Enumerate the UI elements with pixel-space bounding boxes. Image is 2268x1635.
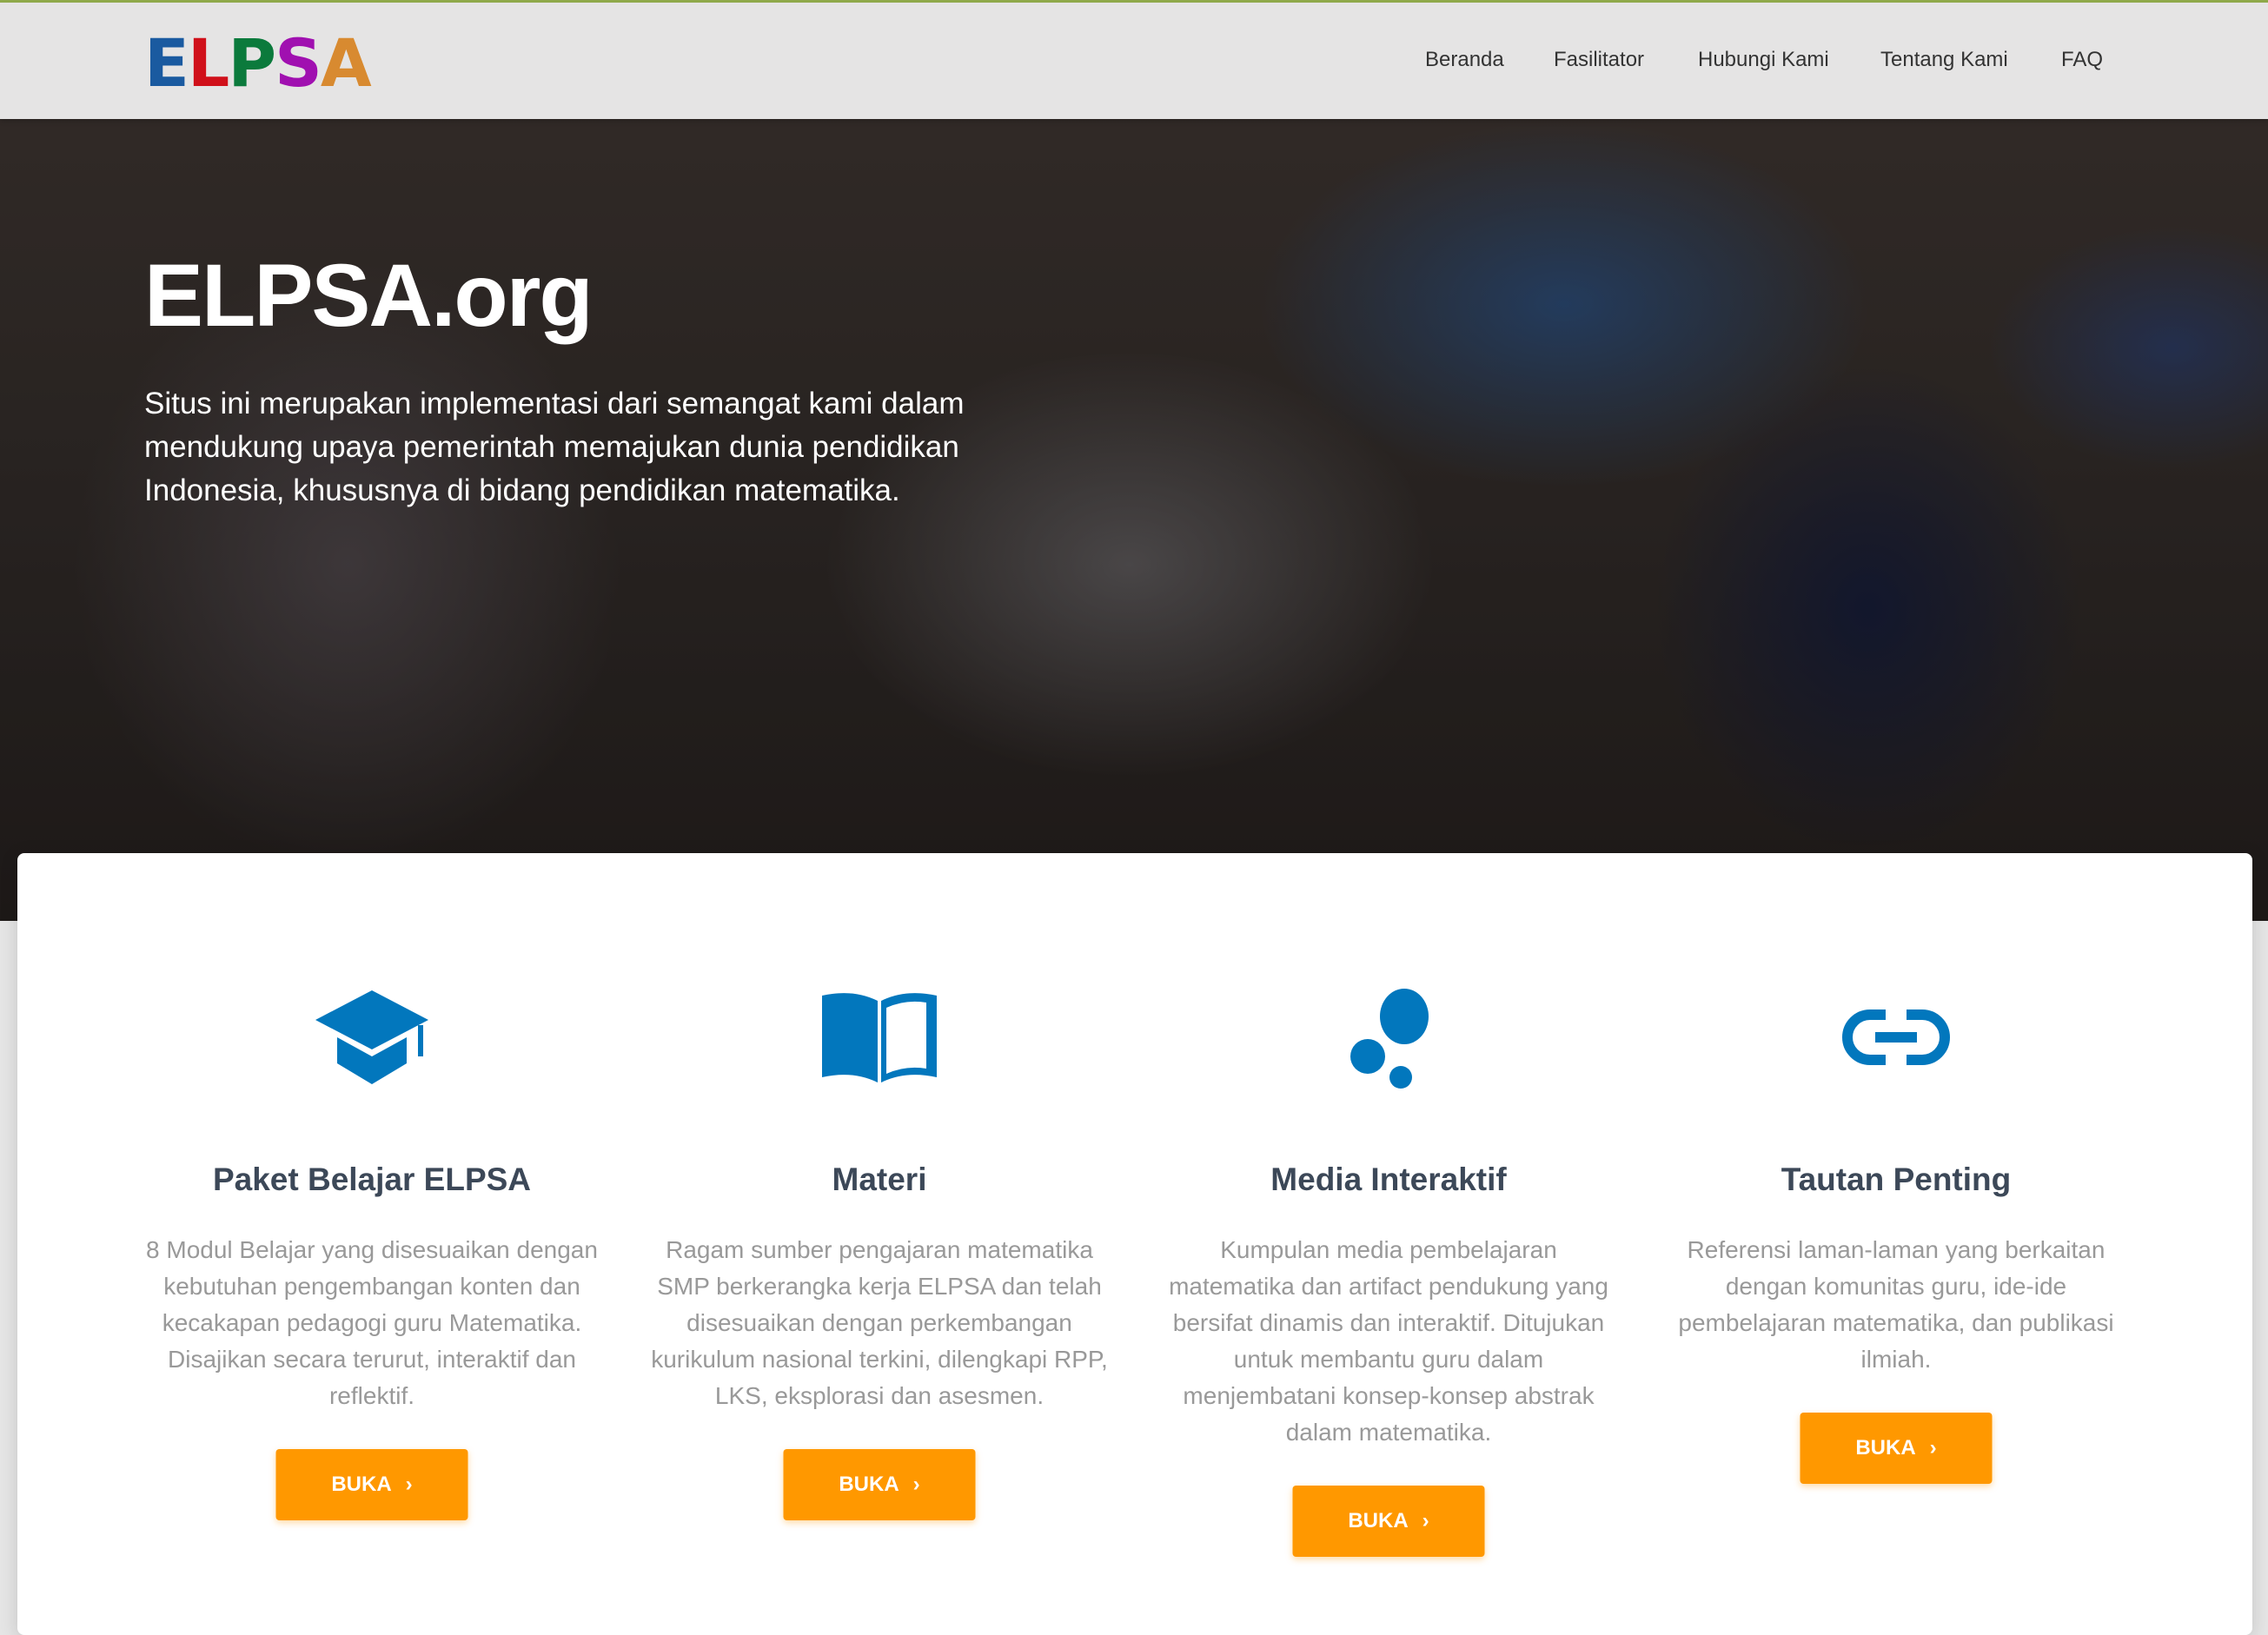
features-card: Paket Belajar ELPSA 8 Modul Belajar yang… (17, 853, 2252, 1635)
feature-description: 8 Modul Belajar yang disesuaikan dengan … (146, 1236, 598, 1409)
feature-description: Ragam sumber pengajaran matematika SMP b… (651, 1236, 1108, 1409)
chevron-right-icon: › (912, 1473, 920, 1496)
button-label: BUKA (1348, 1509, 1409, 1532)
navbar: ELPSA Beranda Fasilitator Hubungi Kami T… (0, 0, 2268, 119)
button-label: BUKA (1855, 1436, 1916, 1460)
nav-hubungi-kami[interactable]: Hubungi Kami (1698, 48, 1829, 72)
link-icon (1842, 1009, 1950, 1065)
chevron-right-icon: › (1422, 1509, 1429, 1532)
chevron-right-icon: › (1929, 1436, 1937, 1460)
nav-faq[interactable]: FAQ (2061, 48, 2103, 72)
feature-description: Kumpulan media pembelajaran matematika d… (1169, 1236, 1608, 1446)
logo[interactable]: ELPSA (144, 30, 372, 96)
graduation-cap-icon (315, 990, 428, 1084)
book-open-icon (822, 993, 937, 1082)
chevron-right-icon: › (405, 1473, 413, 1496)
buka-button[interactable]: BUKA › (1800, 1413, 1993, 1484)
feature-title: Materi (832, 1162, 927, 1197)
nav-tentang-kami[interactable]: Tentang Kami (1880, 48, 2008, 72)
hero-title: ELPSA.org (144, 246, 594, 345)
hero-description: Situs ini merupakan implementasi dari se… (144, 387, 965, 507)
nav-fasilitator[interactable]: Fasilitator (1554, 48, 1644, 72)
buka-button[interactable]: BUKA › (1292, 1486, 1485, 1557)
hero-content: ELPSA.org Situs ini merupakan implementa… (144, 243, 1013, 513)
bubbles-icon (1350, 989, 1429, 1089)
buka-button[interactable]: BUKA › (275, 1449, 468, 1520)
feature-title: Tautan Penting (1781, 1162, 2012, 1197)
feature-title: Paket Belajar ELPSA (212, 1162, 532, 1197)
button-label: BUKA (331, 1473, 392, 1496)
feature-title: Media Interaktif (1270, 1162, 1507, 1197)
feature-description: Referensi laman-laman yang berkaitan den… (1678, 1236, 2114, 1373)
buka-button[interactable]: BUKA › (783, 1449, 976, 1520)
nav-beranda[interactable]: Beranda (1425, 48, 1504, 72)
button-label: BUKA (839, 1473, 899, 1496)
